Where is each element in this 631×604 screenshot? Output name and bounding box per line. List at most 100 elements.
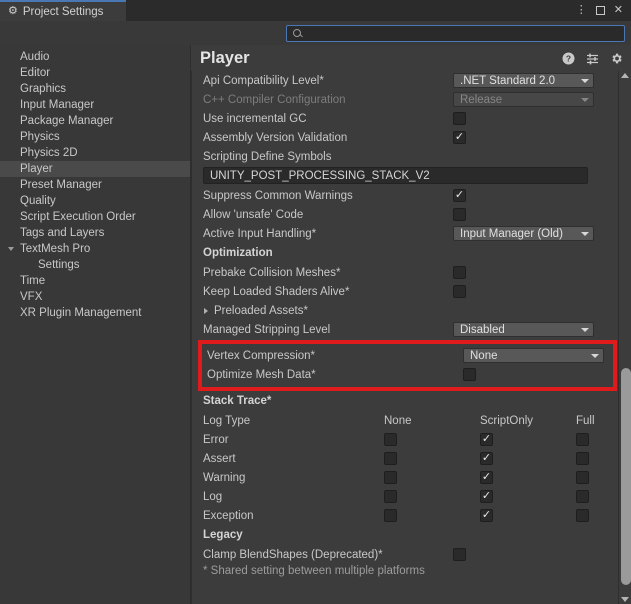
help-icon[interactable]: ? [562, 52, 575, 65]
radio-warning-scriptonly[interactable]: ✓ [480, 471, 493, 484]
sidebar-item-package-manager[interactable]: Package Manager [0, 113, 190, 129]
window-controls: ⋮ ✕ [572, 0, 631, 21]
radio-exception-none[interactable]: ✓ [384, 509, 397, 522]
checkbox-unsafe-code[interactable]: ✓ [453, 208, 466, 221]
stack-trace-rows: Error✓✓✓Assert✓✓✓Warning✓✓✓Log✓✓✓Excepti… [192, 430, 618, 525]
label-prebake-collision: Prebake Collision Meshes* [203, 266, 341, 279]
sidebar-item-vfx[interactable]: VFX [0, 289, 190, 305]
sidebar-item-label: Settings [38, 259, 80, 271]
search-icon [293, 29, 301, 37]
row-clamp-blendshapes: Clamp BlendShapes (Deprecated)* ✓ [192, 545, 618, 564]
check-icon: ✓ [454, 189, 465, 201]
column-header-none: None [384, 414, 412, 427]
checkbox-suppress-warnings[interactable]: ✓ [453, 189, 466, 202]
checkbox-optimize-mesh-data[interactable]: ✓ [463, 368, 476, 381]
chevron-down-icon[interactable] [8, 247, 14, 251]
kebab-menu-icon[interactable]: ⋮ [576, 5, 587, 16]
radio-exception-scriptonly[interactable]: ✓ [480, 509, 493, 522]
radio-warning-full[interactable]: ✓ [576, 471, 589, 484]
radio-assert-full[interactable]: ✓ [576, 452, 589, 465]
sidebar-item-physics-2d[interactable]: Physics 2D [0, 145, 190, 161]
check-icon: ✓ [481, 471, 492, 483]
column-header-full: Full [576, 414, 595, 427]
sidebar-item-editor[interactable]: Editor [0, 65, 190, 81]
sidebar-item-label: VFX [20, 291, 43, 303]
dropdown-cpp-compiler: Release [453, 92, 594, 107]
stack-trace-cell-none: ✓ [384, 509, 480, 522]
sidebar-item-tags-and-layers[interactable]: Tags and Layers [0, 225, 190, 241]
dropdown-value: Release [460, 93, 503, 106]
section-header-stack-trace: Stack Trace* [203, 395, 272, 407]
input-scripting-define[interactable]: UNITY_POST_PROCESSING_STACK_V2 [203, 167, 588, 184]
radio-error-none[interactable]: ✓ [384, 433, 397, 446]
scrollbar-track[interactable] [619, 80, 631, 595]
dropdown-api-compatibility[interactable]: .NET Standard 2.0 [453, 73, 594, 88]
stack-trace-row: Assert ✓ ✓ ✓ [192, 449, 618, 468]
sidebar-item-graphics[interactable]: Graphics [0, 81, 190, 97]
inspector-scrollbar[interactable] [618, 71, 631, 604]
stack-trace-cell-scriptonly: ✓ [480, 452, 576, 465]
sidebar-item-script-execution-order[interactable]: Script Execution Order [0, 209, 190, 225]
dropdown-vertex-compression[interactable]: None [463, 348, 604, 363]
scrollbar-thumb[interactable] [620, 368, 631, 585]
scroll-down-arrow-icon[interactable] [621, 597, 629, 602]
checkbox-incremental-gc[interactable]: ✓ [453, 112, 466, 125]
sidebar-item-label: Package Manager [20, 115, 114, 127]
label-preloaded-assets: Preloaded Assets* [214, 304, 308, 317]
radio-error-scriptonly[interactable]: ✓ [480, 433, 493, 446]
radio-assert-scriptonly[interactable]: ✓ [480, 452, 493, 465]
stack-trace-row-label: Log [203, 490, 223, 503]
radio-exception-full[interactable]: ✓ [576, 509, 589, 522]
search-box[interactable] [286, 24, 625, 42]
sidebar-item-audio[interactable]: Audio [0, 49, 190, 65]
sidebar-item-player[interactable]: Player [0, 161, 190, 177]
label-api-compatibility: Api Compatibility Level* [203, 74, 324, 87]
sidebar-item-label: Preset Manager [20, 179, 102, 191]
sidebar-item-textmesh-pro[interactable]: TextMesh Pro [0, 241, 190, 257]
radio-warning-none[interactable]: ✓ [384, 471, 397, 484]
foldout-preloaded-assets[interactable]: Preloaded Assets* [192, 301, 618, 320]
search-input[interactable] [306, 27, 618, 39]
row-managed-stripping: Managed Stripping Level Disabled [192, 320, 618, 339]
sidebar-item-preset-manager[interactable]: Preset Manager [0, 177, 190, 193]
panel-header: Player ? [191, 45, 631, 71]
stack-trace-cell-scriptonly: ✓ [480, 490, 576, 503]
sidebar-item-settings[interactable]: Settings [0, 257, 190, 273]
dropdown-value: Disabled [460, 323, 505, 336]
close-icon[interactable]: ✕ [614, 5, 623, 16]
sidebar-item-label: Tags and Layers [20, 227, 105, 239]
checkbox-prebake-collision[interactable]: ✓ [453, 266, 466, 279]
window-tab-bar: ⚙ Project Settings ⋮ ✕ [0, 0, 631, 21]
tab-project-settings[interactable]: ⚙ Project Settings [0, 0, 126, 21]
dropdown-managed-stripping[interactable]: Disabled [453, 322, 594, 337]
sidebar-item-xr-plugin-management[interactable]: XR Plugin Management [0, 305, 190, 321]
settings-gear-icon[interactable] [610, 52, 623, 65]
stack-trace-cell-full: ✓ [576, 509, 589, 522]
tab-label: Project Settings [22, 5, 104, 18]
radio-log-full[interactable]: ✓ [576, 490, 589, 503]
sidebar-item-time[interactable]: Time [0, 273, 190, 289]
sidebar-item-input-manager[interactable]: Input Manager [0, 97, 190, 113]
radio-log-scriptonly[interactable]: ✓ [480, 490, 493, 503]
chevron-down-icon [591, 353, 599, 358]
checkbox-keep-shaders-alive[interactable]: ✓ [453, 285, 466, 298]
radio-assert-none[interactable]: ✓ [384, 452, 397, 465]
sidebar-item-label: Physics 2D [20, 147, 78, 159]
checkbox-assembly-validation[interactable]: ✓ [453, 131, 466, 144]
label-suppress-warnings: Suppress Common Warnings [203, 189, 353, 202]
scripting-define-value: UNITY_POST_PROCESSING_STACK_V2 [210, 169, 430, 182]
preset-icon[interactable] [586, 52, 599, 65]
row-incremental-gc: Use incremental GC ✓ [192, 109, 618, 128]
sidebar-item-physics[interactable]: Physics [0, 129, 190, 145]
checkbox-clamp-blendshapes[interactable]: ✓ [453, 548, 466, 561]
dropdown-active-input-handling[interactable]: Input Manager (Old) [453, 226, 594, 241]
row-prebake-collision: Prebake Collision Meshes* ✓ [192, 263, 618, 282]
radio-error-full[interactable]: ✓ [576, 433, 589, 446]
column-header-log-type: Log Type [203, 414, 251, 427]
label-assembly-validation: Assembly Version Validation [203, 131, 348, 144]
row-active-input-handling: Active Input Handling* Input Manager (Ol… [192, 224, 618, 243]
radio-log-none[interactable]: ✓ [384, 490, 397, 503]
sidebar-item-quality[interactable]: Quality [0, 193, 190, 209]
scroll-up-arrow-icon[interactable] [621, 73, 629, 78]
maximize-icon[interactable] [595, 6, 605, 15]
